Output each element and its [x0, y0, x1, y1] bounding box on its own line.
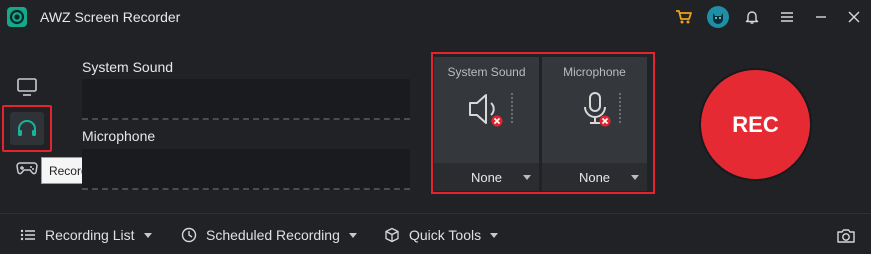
- recording-list-label: Recording List: [45, 227, 135, 243]
- menu-icon[interactable]: [777, 7, 797, 27]
- microphone-select[interactable]: None: [542, 163, 647, 191]
- microphone-meter: [82, 149, 410, 190]
- speaker-muted-icon: [462, 87, 518, 133]
- chevron-down-icon: [523, 175, 531, 180]
- minimize-icon[interactable]: [811, 7, 831, 27]
- system-sound-select[interactable]: None: [434, 163, 539, 191]
- scheduled-recording-label: Scheduled Recording: [206, 227, 340, 243]
- nav-game-record[interactable]: [13, 153, 41, 181]
- cube-icon: [383, 226, 401, 244]
- system-sound-meter: [82, 79, 410, 120]
- close-icon[interactable]: [844, 7, 864, 27]
- bell-icon[interactable]: [742, 7, 762, 27]
- chevron-down-icon: [490, 232, 499, 238]
- bottom-toolbar: Recording List Scheduled Recording Quick…: [0, 213, 871, 254]
- monitor-icon: [17, 78, 37, 96]
- microphone-muted-icon: [570, 87, 626, 133]
- chevron-down-icon: [348, 232, 357, 238]
- chevron-down-icon: [143, 232, 152, 238]
- gamepad-icon: [16, 162, 38, 175]
- microphone-label: Microphone: [82, 128, 156, 144]
- quick-tools-button[interactable]: Quick Tools: [383, 226, 499, 244]
- chevron-down-icon: [631, 175, 639, 180]
- microphone-card[interactable]: Microphone None: [542, 57, 647, 191]
- rec-button[interactable]: REC: [701, 70, 810, 179]
- quick-tools-label: Quick Tools: [409, 227, 482, 243]
- clock-icon: [180, 226, 198, 244]
- nav-screen-record[interactable]: [13, 73, 41, 101]
- headphones-icon[interactable]: [13, 114, 41, 142]
- app-title: AWZ Screen Recorder: [40, 9, 181, 25]
- system-sound-card-label: System Sound: [447, 65, 526, 79]
- avatar-icon[interactable]: [707, 6, 729, 28]
- camera-icon[interactable]: [835, 226, 857, 246]
- title-bar: AWZ Screen Recorder: [0, 0, 871, 34]
- app-logo-icon: [7, 7, 27, 27]
- cart-icon[interactable]: [674, 7, 694, 27]
- system-sound-label: System Sound: [82, 59, 174, 75]
- system-sound-card[interactable]: System Sound None: [434, 57, 539, 191]
- microphone-card-label: Microphone: [563, 65, 626, 79]
- recording-list-button[interactable]: Recording List: [19, 226, 152, 244]
- list-icon: [19, 226, 37, 244]
- scheduled-recording-button[interactable]: Scheduled Recording: [180, 226, 357, 244]
